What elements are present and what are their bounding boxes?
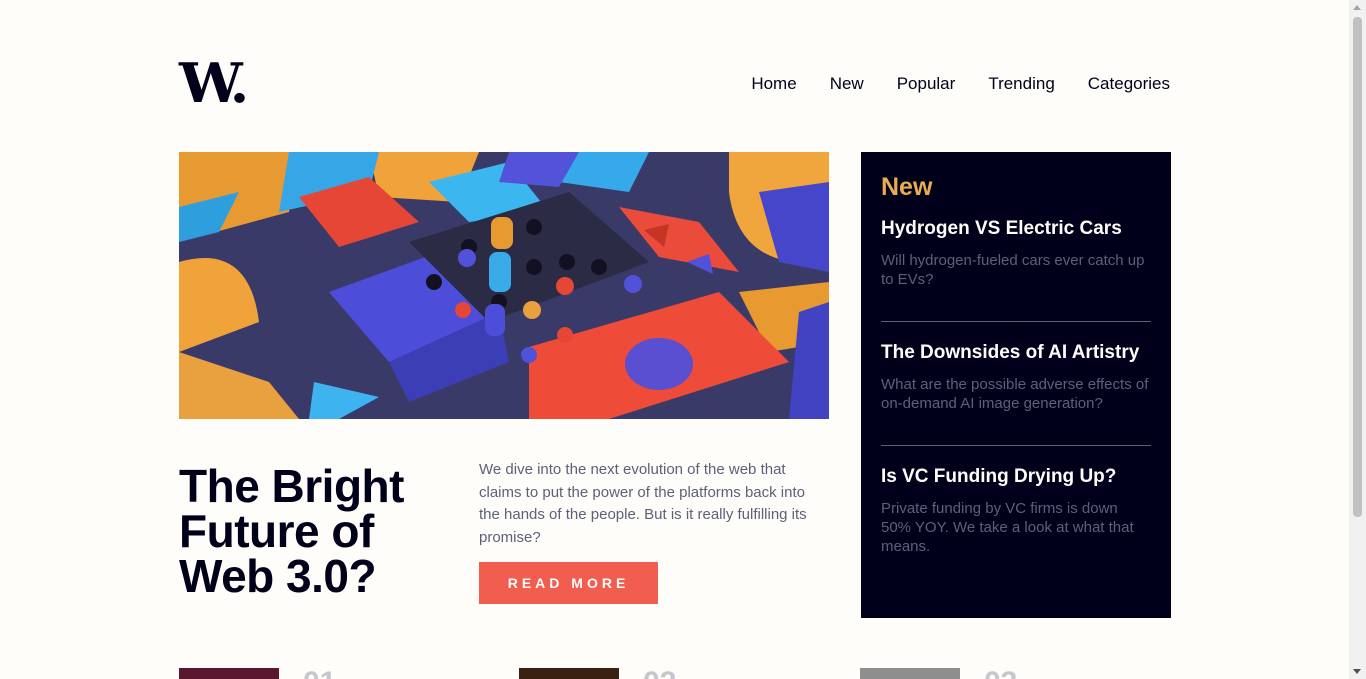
new-heading: New (881, 173, 933, 201)
scrollbar-thumb[interactable] (1353, 17, 1362, 517)
nav-trending[interactable]: Trending (988, 74, 1054, 94)
hero-description: We dive into the next evolution of the w… (479, 461, 807, 546)
nav-categories[interactable]: Categories (1088, 74, 1170, 94)
new-article-summary: What are the possible adverse effects of… (881, 376, 1149, 412)
abstract-blocks-illustration (179, 152, 829, 419)
read-more-button[interactable]: Read more (479, 562, 658, 604)
new-articles-panel: New Hydrogen VS Electric Cars Will hydro… (861, 152, 1171, 618)
article-thumbnail[interactable] (179, 668, 279, 679)
article-thumbnail[interactable] (519, 668, 619, 679)
vertical-scrollbar[interactable] (1349, 0, 1366, 679)
page: W. Home New Popular Trending Categories (0, 0, 1349, 679)
article-thumbnail[interactable] (860, 668, 960, 679)
hero-title: The Bright Future of Web 3.0? (179, 460, 404, 602)
read-more-label: Read more (507, 575, 630, 591)
scroll-up-arrow-icon[interactable] (1353, 5, 1361, 10)
site-logo[interactable]: W. (179, 56, 249, 110)
scroll-down-arrow-icon[interactable] (1353, 669, 1361, 674)
main-nav: Home New Popular Trending Categories (751, 74, 1170, 94)
new-article-item: The Downsides of AI Artistry What are th… (881, 322, 1151, 446)
article-number: 01 (303, 668, 336, 679)
new-article-title[interactable]: The Downsides of AI Artistry (881, 341, 1151, 365)
new-article-title[interactable]: Hydrogen VS Electric Cars (881, 217, 1151, 241)
article-number: 02 (643, 668, 676, 679)
article-number: 03 (984, 668, 1017, 679)
nav-home[interactable]: Home (751, 74, 796, 94)
hero-image (179, 152, 829, 419)
new-article-summary: Will hydrogen-fueled cars ever catch up … (881, 252, 1145, 288)
new-article-title[interactable]: Is VC Funding Drying Up? (881, 465, 1151, 489)
nav-new[interactable]: New (830, 74, 864, 94)
new-article-item: Is VC Funding Drying Up? Private funding… (881, 446, 1151, 588)
new-article-item: Hydrogen VS Electric Cars Will hydrogen-… (881, 202, 1151, 322)
new-article-summary: Private funding by VC firms is down 50% … (881, 500, 1134, 555)
nav-popular[interactable]: Popular (897, 74, 956, 94)
